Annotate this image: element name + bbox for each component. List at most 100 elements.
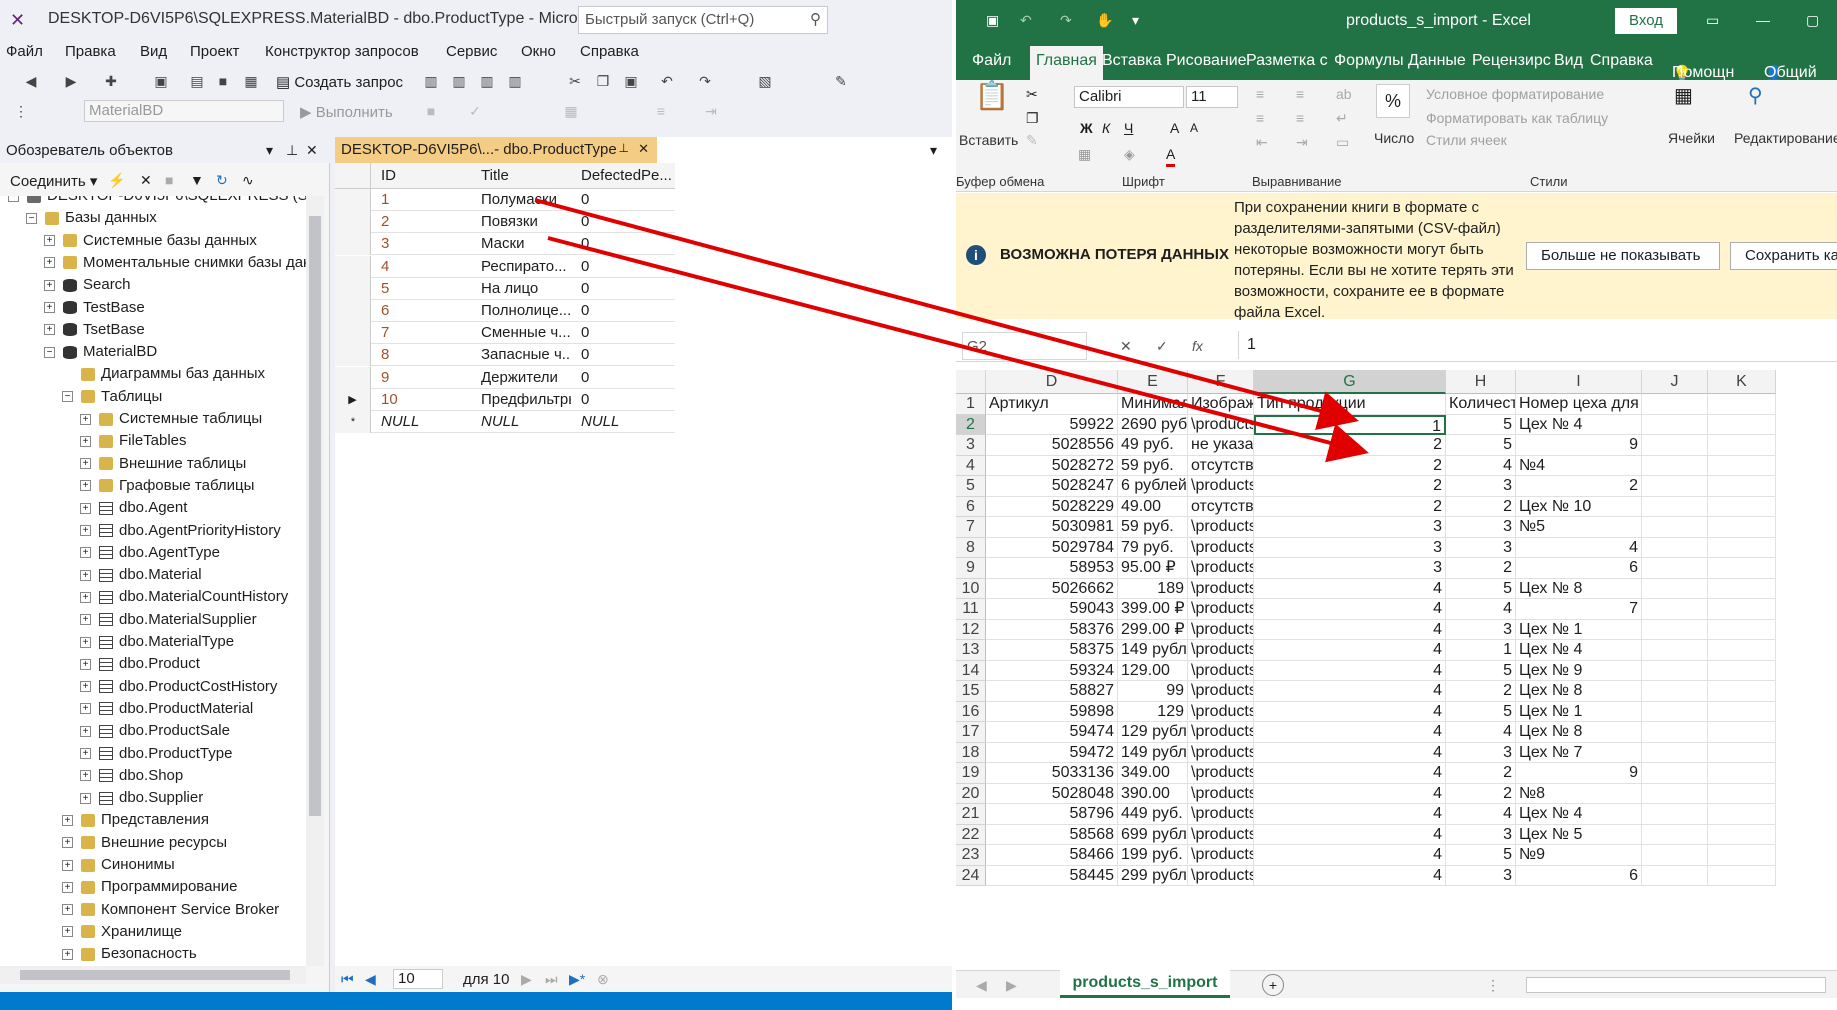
cell[interactable] <box>1708 537 1776 558</box>
cell[interactable]: \products\ <box>1188 414 1254 435</box>
cell-id[interactable]: 10 <box>375 389 471 411</box>
wrap-text-icon[interactable]: ↵ <box>1336 108 1348 128</box>
italic-icon[interactable]: К <box>1102 118 1110 138</box>
menu-file[interactable]: Файл <box>6 43 43 60</box>
cell-defected[interactable]: 0 <box>575 300 671 322</box>
cell[interactable]: 58796 <box>986 804 1118 825</box>
new-project-icon[interactable]: ✚ <box>100 70 122 92</box>
prev-record-icon[interactable]: ◀ <box>365 969 376 989</box>
cell[interactable]: 6 рублей <box>1118 476 1188 497</box>
cell[interactable]: 3 <box>1446 476 1516 497</box>
xmla-icon[interactable]: ▥ <box>476 70 498 92</box>
cell[interactable]: 2 <box>1254 496 1446 517</box>
format-painter-icon[interactable]: ✎ <box>1026 130 1038 150</box>
row-selector[interactable]: ▶ <box>335 388 371 411</box>
row-header[interactable]: 22 <box>956 824 986 845</box>
cell[interactable]: 4 <box>1254 619 1446 640</box>
cell[interactable] <box>1708 619 1776 640</box>
cell[interactable] <box>1708 824 1776 845</box>
cell[interactable]: \products\ <box>1188 824 1254 845</box>
cell[interactable] <box>1642 742 1708 763</box>
cell[interactable]: \products\ <box>1188 578 1254 599</box>
tree-node[interactable]: − Таблицы <box>62 386 162 408</box>
conditional-formatting-button[interactable]: Условное форматирование <box>1426 86 1604 102</box>
cell[interactable] <box>1708 701 1776 722</box>
scrollbar-thumb[interactable] <box>309 216 321 816</box>
next-sheet-icon[interactable]: ▶ <box>1006 975 1017 995</box>
cell[interactable]: 4 <box>1254 722 1446 743</box>
solution-explorer-icon[interactable]: ▧ <box>754 70 776 92</box>
tree-node[interactable]: + Хранилище <box>62 921 182 943</box>
expand-icon[interactable]: + <box>80 658 91 670</box>
font-size-select[interactable]: 11 <box>1186 86 1238 108</box>
cell-title[interactable]: Полнолице... <box>475 300 571 322</box>
cell[interactable]: 4 <box>1254 701 1446 722</box>
tree-node[interactable]: + Системные базы данных <box>44 230 257 252</box>
cell[interactable]: №4 <box>1516 455 1642 476</box>
row-selector[interactable] <box>335 233 371 256</box>
column-header-defected[interactable]: DefectedPe... <box>575 163 675 189</box>
doc-tab-producttype[interactable]: DESKTOP-D6VI5P6\...- dbo.ProductType ⊥ ✕ <box>335 137 657 163</box>
cell[interactable] <box>1708 517 1776 538</box>
row-header[interactable]: 3 <box>956 435 986 456</box>
menu-query-designer[interactable]: Конструктор запросов <box>265 43 419 60</box>
cell[interactable] <box>1642 578 1708 599</box>
tree-node[interactable]: + dbo.AgentType <box>80 542 220 564</box>
cell[interactable]: 5 <box>1446 578 1516 599</box>
row-header[interactable]: 19 <box>956 763 986 784</box>
cell-id[interactable]: 5 <box>375 278 471 300</box>
row-header[interactable]: 17 <box>956 722 986 743</box>
pin-icon[interactable]: ⊥ <box>286 140 298 160</box>
cell[interactable]: не указан <box>1188 435 1254 456</box>
tab-view[interactable]: Вид <box>1554 52 1583 70</box>
row-selector[interactable] <box>335 300 371 322</box>
cell[interactable]: 59 руб. <box>1118 455 1188 476</box>
expand-icon[interactable]: + <box>44 257 55 269</box>
horizontal-scrollbar[interactable] <box>1526 977 1826 993</box>
expand-icon[interactable]: + <box>44 279 55 291</box>
tree-vertical-scrollbar[interactable] <box>306 196 324 966</box>
expand-icon[interactable]: + <box>80 458 91 470</box>
tree-node[interactable]: + Синонимы <box>62 854 175 876</box>
row-header[interactable]: 1 <box>956 394 986 415</box>
expand-icon[interactable]: + <box>80 636 91 648</box>
row-selector[interactable] <box>335 277 371 300</box>
save-icon[interactable]: ▣ <box>986 10 999 30</box>
cell[interactable]: \products\ <box>1188 681 1254 702</box>
cell[interactable] <box>1642 804 1708 825</box>
cell[interactable] <box>1708 414 1776 435</box>
stop-icon[interactable]: ■ <box>420 100 442 122</box>
table-row[interactable]: 9 Держители 0 <box>335 366 675 389</box>
table-row[interactable]: 1 Полумаски 0 <box>335 189 675 211</box>
cells-icon[interactable]: ▦ <box>1674 86 1693 106</box>
expand-icon[interactable]: + <box>80 681 91 693</box>
expand-icon[interactable]: + <box>80 569 91 581</box>
decrease-font-icon[interactable]: A <box>1190 118 1198 138</box>
cell[interactable] <box>1708 394 1776 415</box>
menu-window[interactable]: Окно <box>521 43 556 60</box>
cell[interactable]: \products\ <box>1188 599 1254 620</box>
cell[interactable]: 3 <box>1446 742 1516 763</box>
cell[interactable]: Изображ <box>1188 394 1254 415</box>
expand-icon[interactable]: + <box>80 614 91 626</box>
cell-id[interactable]: 9 <box>375 367 471 389</box>
cell[interactable]: 59474 <box>986 722 1118 743</box>
row-header[interactable]: 5 <box>956 476 986 497</box>
cell[interactable]: Цех № 1 <box>1516 619 1642 640</box>
cell[interactable]: 129 рубле <box>1118 722 1188 743</box>
tree-node[interactable]: + Программирование <box>62 876 237 898</box>
row-selector[interactable] <box>335 322 371 345</box>
cell[interactable]: Цех № 1 <box>1516 701 1642 722</box>
tree-node[interactable]: + Представления <box>62 809 209 831</box>
cell[interactable]: №5 <box>1516 517 1642 538</box>
orientation-icon[interactable]: ab <box>1336 84 1352 104</box>
cell[interactable]: 59898 <box>986 701 1118 722</box>
disconnect-icon[interactable]: ✕ <box>140 170 152 190</box>
expand-icon[interactable]: + <box>44 302 55 314</box>
cell-id[interactable]: 6 <box>375 300 471 322</box>
cell[interactable]: 129.00 <box>1118 660 1188 681</box>
table-row[interactable]: 5 На лицо 0 <box>335 277 675 300</box>
tree-node[interactable]: + TsetBase <box>44 319 145 341</box>
cell[interactable]: Цех № 8 <box>1516 722 1642 743</box>
table-row[interactable]: ▶ 10 Предфильтры 0 <box>335 388 675 411</box>
